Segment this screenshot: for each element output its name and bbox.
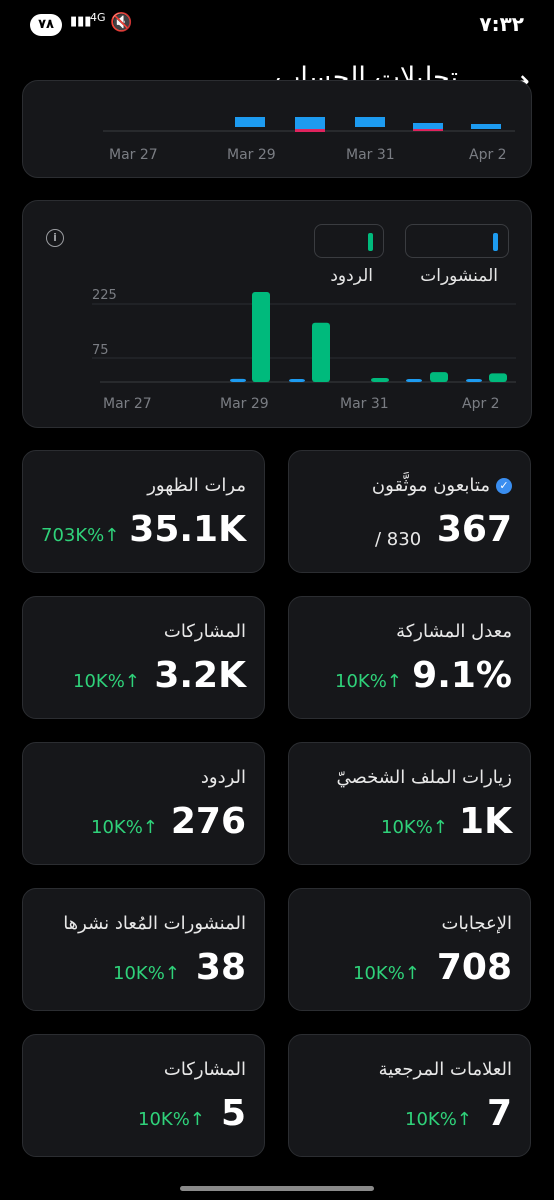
stat-card-shares[interactable]: المشاركات 5 10K%↑ [22, 1034, 265, 1157]
card-value: 708 [436, 947, 512, 988]
card-label: ✓متابعون موثَّقون [372, 475, 512, 496]
impressions-chart [103, 117, 515, 132]
info-icon[interactable]: i [46, 229, 64, 247]
card-label: المشاركات [163, 1059, 246, 1080]
legend-replies[interactable]: الردود [314, 224, 384, 286]
x-tick-label: Mar 29 [220, 396, 269, 412]
impressions-bar [295, 129, 325, 132]
x-tick-label: Mar 31 [346, 147, 395, 163]
legend-posts-label: المنشورات [420, 266, 498, 286]
x-tick-label: Mar 29 [227, 147, 276, 163]
card-value: 35.1K [129, 509, 246, 550]
card-subvalue: / 830 [375, 529, 422, 550]
card-value: 38 [195, 947, 246, 988]
stat-card-reposts[interactable]: المنشورات المُعاد نشرها 38 10K%↑ [22, 888, 265, 1011]
card-value: 9.1% [412, 655, 512, 696]
card-value: 7 [486, 1093, 512, 1134]
legend-posts-swatch [493, 233, 498, 251]
card-label: العلامات المرجعية [378, 1059, 512, 1080]
stat-card-bookmarks[interactable]: العلامات المرجعية 7 10K%↑ [288, 1034, 531, 1157]
impressions-bar [413, 123, 443, 129]
stat-card-verified-followers[interactable]: ✓متابعون موثَّقون 367 / 830 [288, 450, 531, 573]
impressions-chart-panel: Mar 27 Mar 29 Mar 31 Apr 2 [22, 80, 532, 178]
card-delta: 703K%↑ [41, 525, 120, 546]
card-value: 276 [170, 801, 246, 842]
card-value: 1K [459, 801, 512, 842]
legend-replies-label: الردود [330, 266, 373, 286]
home-indicator[interactable] [180, 1186, 374, 1191]
stat-card-likes[interactable]: الإعجابات 708 10K%↑ [288, 888, 531, 1011]
card-label: المشاركات [163, 621, 246, 642]
stat-card-engagements[interactable]: المشاركات 3.2K 10K%↑ [22, 596, 265, 719]
card-label: الردود [200, 767, 246, 788]
card-label: زيارات الملف الشخصيّ [336, 767, 512, 788]
impressions-bar [235, 117, 265, 127]
card-value: 3.2K [154, 655, 246, 696]
x-tick-label: Mar 27 [109, 147, 158, 163]
stat-card-engagement-rate[interactable]: معدل المشاركة 9.1% 10K%↑ [288, 596, 531, 719]
y-tick-label: 225 [92, 288, 117, 303]
card-delta: 10K%↑ [138, 1109, 205, 1130]
network-type: 4G [90, 11, 106, 24]
impressions-bar [471, 124, 501, 129]
stat-card-impressions[interactable]: مرات الظهور 35.1K 703K%↑ [22, 450, 265, 573]
card-label: الإعجابات [441, 913, 512, 934]
status-bar: ٧٨ ▮▮▮ 4G 🔇 ٧:٣٢ [0, 0, 554, 52]
card-delta: 10K%↑ [113, 963, 180, 984]
legend-posts[interactable]: المنشورات [405, 224, 509, 286]
card-delta: 10K%↑ [381, 817, 448, 838]
card-delta: 10K%↑ [73, 671, 140, 692]
x-tick-label: Mar 31 [340, 396, 389, 412]
card-delta: 10K%↑ [91, 817, 158, 838]
impressions-bar [413, 129, 443, 131]
impressions-bar [295, 117, 325, 129]
y-tick-label: 75 [92, 343, 109, 358]
x-tick-label: Apr 2 [462, 396, 500, 412]
card-delta: 10K%↑ [335, 671, 402, 692]
mute-icon: 🔇 [110, 12, 133, 33]
signal-icon: ▮▮▮ [70, 14, 92, 29]
stat-card-replies[interactable]: الردود 276 10K%↑ [22, 742, 265, 865]
card-value: 367 [436, 509, 512, 550]
battery-indicator: ٧٨ [30, 14, 62, 36]
legend-replies-swatch [368, 233, 373, 251]
impressions-bar [355, 117, 385, 127]
stat-card-profile-visits[interactable]: زيارات الملف الشخصيّ 1K 10K%↑ [288, 742, 531, 865]
card-label: معدل المشاركة [396, 621, 512, 642]
card-delta: 10K%↑ [353, 963, 420, 984]
card-label: المنشورات المُعاد نشرها [63, 913, 246, 934]
card-delta: 10K%↑ [405, 1109, 472, 1130]
clock: ٧:٣٢ [479, 12, 524, 36]
verified-badge-icon: ✓ [496, 478, 512, 494]
card-value: 5 [220, 1093, 246, 1134]
x-tick-label: Apr 2 [469, 147, 507, 163]
card-label: مرات الظهور [147, 475, 246, 496]
x-tick-label: Mar 27 [103, 396, 152, 412]
